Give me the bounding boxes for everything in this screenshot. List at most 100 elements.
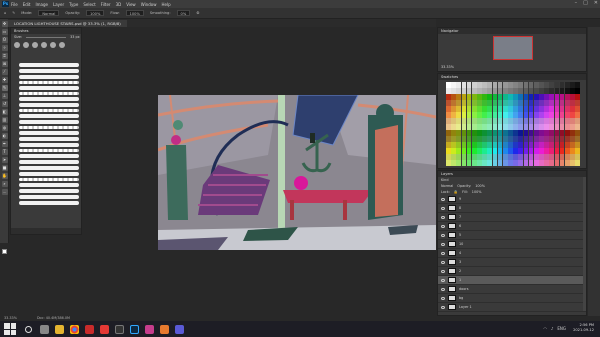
color-swatch[interactable] [549,154,555,160]
color-swatch[interactable] [575,94,580,100]
color-swatch[interactable] [508,100,513,106]
color-swatch[interactable] [570,130,575,136]
color-swatch[interactable] [497,160,503,166]
color-swatch[interactable] [559,124,565,130]
color-swatch[interactable] [533,142,539,148]
task-view-icon[interactable] [40,324,49,334]
color-swatch[interactable] [533,148,539,154]
menu-view[interactable]: View [126,2,136,7]
color-swatch[interactable] [549,124,555,130]
color-swatch[interactable] [533,118,539,124]
history-brush-icon[interactable]: ↺ [1,101,8,107]
brush-stroke-preview[interactable] [19,126,79,129]
brush-preset[interactable] [41,42,47,48]
color-swatch[interactable] [482,160,487,166]
color-swatch[interactable] [477,106,482,112]
quick-select-icon[interactable]: ✧ [1,45,8,51]
layer-row[interactable]: 5 [438,231,586,240]
menu-select[interactable]: Select [83,2,95,7]
color-swatch[interactable] [446,142,451,148]
color-swatch[interactable] [564,82,570,88]
color-swatch[interactable] [446,130,451,136]
color-swatch[interactable] [559,82,565,88]
photoshop-logo-icon[interactable]: Ps [2,1,9,7]
color-swatch[interactable] [461,94,467,100]
color-swatch[interactable] [513,142,518,148]
color-swatch[interactable] [497,106,503,112]
color-swatch[interactable] [533,112,539,118]
color-swatch[interactable] [554,106,560,112]
color-swatch[interactable] [451,154,456,160]
color-swatch[interactable] [471,106,477,112]
color-swatch[interactable] [528,82,534,88]
color-swatch[interactable] [497,82,503,88]
app-icon[interactable] [145,324,154,334]
discord-icon[interactable] [175,324,184,334]
brush-stroke-preview[interactable] [19,86,79,90]
brush-stroke-preview[interactable] [19,120,79,124]
color-swatch[interactable] [471,136,477,142]
color-swatch[interactable] [518,160,524,166]
color-swatch[interactable] [523,88,529,94]
color-swatch[interactable] [549,88,555,94]
color-swatch[interactable] [559,136,565,142]
color-swatch[interactable] [497,124,503,130]
color-swatch[interactable] [471,160,477,166]
color-swatch[interactable] [456,142,462,148]
lock-icon[interactable]: 🔒 [454,189,458,195]
color-swatch[interactable] [492,124,498,130]
color-swatch[interactable] [539,106,544,112]
color-swatch[interactable] [539,160,544,166]
color-swatch[interactable] [528,100,534,106]
color-swatch[interactable] [533,136,539,142]
color-swatch[interactable] [446,100,451,106]
color-swatch[interactable] [466,154,472,160]
color-swatch[interactable] [513,88,518,94]
color-swatch[interactable] [451,160,456,166]
color-swatch[interactable] [482,112,487,118]
color-swatch[interactable] [451,94,456,100]
color-swatch[interactable] [513,136,518,142]
color-swatch[interactable] [477,142,482,148]
color-swatch[interactable] [544,82,549,88]
hand-tool-icon[interactable]: ✋ [1,173,8,179]
color-swatch[interactable] [482,94,487,100]
color-swatch[interactable] [564,142,570,148]
steam-icon[interactable] [115,324,124,334]
color-swatch[interactable] [487,154,493,160]
visibility-eye-icon[interactable] [441,305,445,309]
color-swatch[interactable] [492,130,498,136]
color-swatch[interactable] [528,154,534,160]
layer-row[interactable]: 1 [438,276,586,285]
color-swatch[interactable] [554,88,560,94]
color-swatch[interactable] [554,148,560,154]
color-swatch[interactable] [575,100,580,106]
crop-tool-icon[interactable]: ⌗ [1,53,8,59]
brush-preset[interactable] [59,42,65,48]
visibility-eye-icon[interactable] [441,278,445,282]
color-swatch[interactable] [559,118,565,124]
move-tool-icon[interactable]: ✥ [1,21,8,27]
color-swatch[interactable] [564,88,570,94]
color-swatch[interactable] [513,82,518,88]
layer-row[interactable]: Layer 1 [438,303,586,312]
color-swatch[interactable] [492,136,498,142]
color-swatch[interactable] [539,94,544,100]
color-swatch[interactable] [456,136,462,142]
color-swatch[interactable] [575,88,580,94]
eyedropper-icon[interactable]: ⁄ [1,69,8,75]
dodge-tool-icon[interactable]: ◐ [1,133,8,139]
color-swatch[interactable] [549,148,555,154]
visibility-eye-icon[interactable] [441,287,445,291]
brush-stroke-preview[interactable] [19,183,79,187]
color-swatch[interactable] [446,82,451,88]
color-swatch[interactable] [544,130,549,136]
color-swatch[interactable] [539,148,544,154]
color-swatch[interactable] [471,118,477,124]
visibility-eye-icon[interactable] [441,206,445,210]
color-swatch[interactable] [528,142,534,148]
color-swatch[interactable] [523,106,529,112]
color-swatch[interactable] [559,142,565,148]
color-swatch[interactable] [456,94,462,100]
language-indicator[interactable]: ENG [557,326,566,331]
